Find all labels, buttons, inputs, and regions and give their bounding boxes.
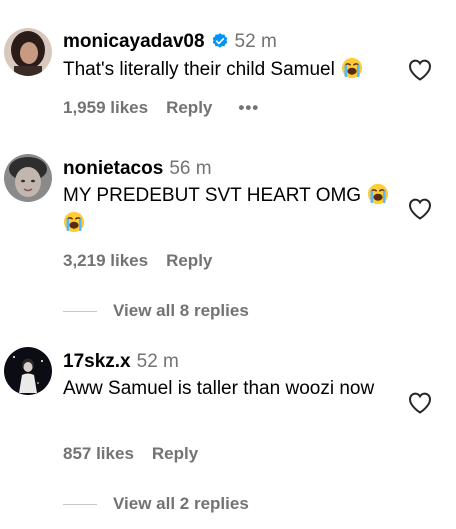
like-count[interactable]: 857 likes: [63, 444, 134, 463]
timestamp: 52 m: [234, 31, 277, 52]
comment-body: That's literally their child Samuel: [63, 59, 335, 80]
comment-text: That's literally their child Samuel: [63, 56, 393, 84]
more-options-icon[interactable]: •••: [238, 98, 259, 117]
username[interactable]: 17skz.x: [63, 351, 131, 372]
reply-divider: [63, 311, 97, 313]
view-replies-button[interactable]: View all 8 replies: [63, 300, 249, 322]
view-replies-label[interactable]: View all 2 replies: [113, 494, 249, 513]
view-replies-label[interactable]: View all 8 replies: [113, 301, 249, 320]
view-replies-button[interactable]: View all 2 replies: [63, 493, 249, 515]
avatar[interactable]: [4, 154, 52, 202]
comment-body: MY PREDEBUT SVT HEART OMG: [63, 185, 362, 206]
comment-meta: 3,219 likes Reply: [63, 250, 212, 272]
username[interactable]: nonietacos: [63, 158, 163, 179]
loudly-crying-face-icon: [341, 57, 363, 79]
avatar[interactable]: [4, 28, 52, 76]
comment-text: MY PREDEBUT SVT HEART OMG: [63, 182, 393, 238]
comment-body: Aww Samuel is taller than woozi now: [63, 378, 375, 399]
comment-text: Aww Samuel is taller than woozi now: [63, 375, 378, 403]
comment-meta: 1,959 likes Reply •••: [63, 97, 259, 119]
verified-badge-icon: [211, 32, 229, 57]
comment-header: monicayadav08 52 m: [63, 30, 277, 54]
like-heart-icon[interactable]: [407, 197, 433, 221]
like-count[interactable]: 1,959 likes: [63, 98, 148, 117]
username[interactable]: monicayadav08: [63, 31, 205, 52]
reply-button[interactable]: Reply: [166, 98, 212, 117]
like-heart-icon[interactable]: [407, 391, 433, 415]
like-heart-icon[interactable]: [407, 58, 433, 82]
comment-header: 17skz.x 52 m: [63, 350, 179, 374]
reply-divider: [63, 504, 97, 506]
reply-button[interactable]: Reply: [152, 444, 198, 463]
comment-meta: 857 likes Reply: [63, 443, 198, 465]
comment-header: nonietacos 56 m: [63, 157, 212, 181]
loudly-crying-face-icon: [367, 183, 389, 205]
timestamp: 56 m: [169, 158, 212, 179]
loudly-crying-face-icon: [63, 211, 85, 233]
like-count[interactable]: 3,219 likes: [63, 251, 148, 270]
avatar[interactable]: [4, 347, 52, 395]
reply-button[interactable]: Reply: [166, 251, 212, 270]
timestamp: 52 m: [136, 351, 179, 372]
